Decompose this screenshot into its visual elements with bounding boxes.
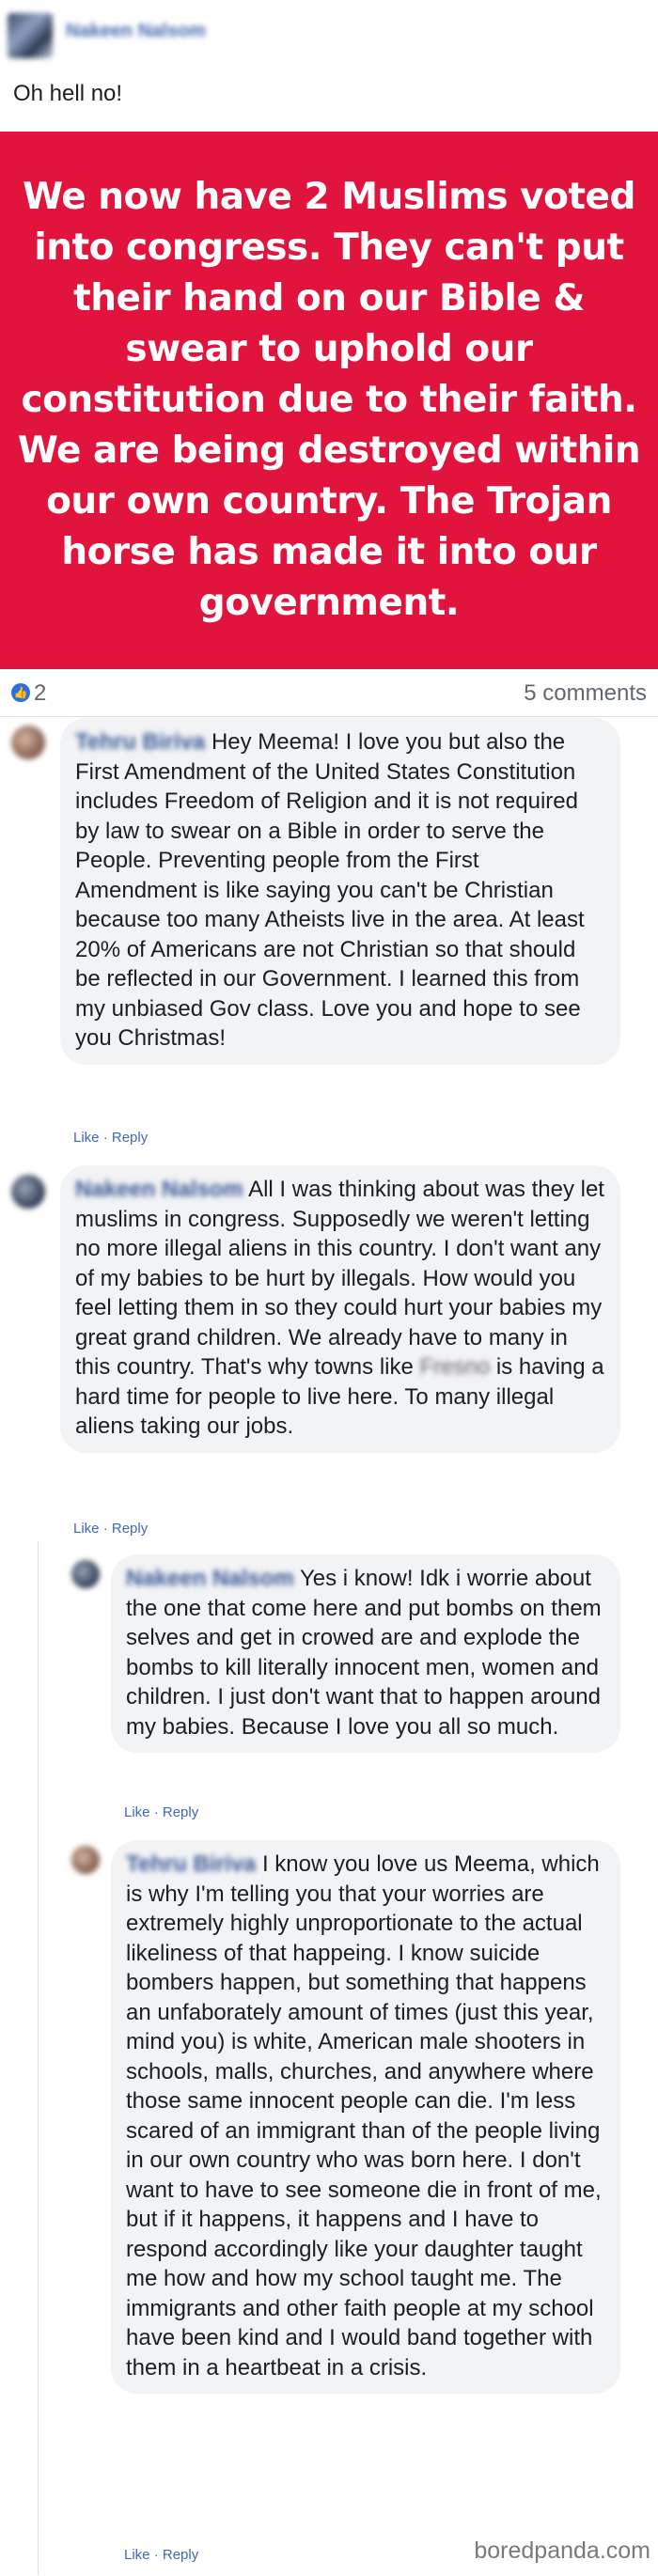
like-reaction-icon[interactable]: 👍 xyxy=(11,683,30,702)
like-count[interactable]: 2 xyxy=(34,680,46,707)
like-link[interactable]: Like xyxy=(124,1804,150,1820)
post-stats: 👍 2 5 comments xyxy=(0,675,658,717)
avatar[interactable] xyxy=(11,1175,45,1209)
reply-comment: Nakeen Nalsom Yes i know! Idk i worrie a… xyxy=(0,1554,658,1827)
reply-link[interactable]: Reply xyxy=(112,1130,148,1146)
avatar[interactable] xyxy=(11,726,45,759)
comment-author[interactable]: Tehru Biriva xyxy=(75,729,205,755)
post-image-banner[interactable]: We now have 2 Muslims voted into congres… xyxy=(0,132,658,669)
comment-text: I know you love us Meema, which is why I… xyxy=(126,1851,602,2381)
reply-link[interactable]: Reply xyxy=(112,1521,148,1537)
like-link[interactable]: Like xyxy=(73,1130,100,1146)
comment-author[interactable]: Nakeen Nalsom xyxy=(126,1566,294,1591)
comment-actions: Like · Reply xyxy=(124,2547,199,2563)
reply-link[interactable]: Reply xyxy=(163,2547,198,2563)
comment-bubble: Tehru Biriva Hey Meema! I love you but a… xyxy=(60,718,620,1065)
banner-text: We now have 2 Muslims voted into congres… xyxy=(17,176,641,624)
comment-author[interactable]: Tehru Biriva xyxy=(126,1851,256,1877)
reply-link[interactable]: Reply xyxy=(163,1804,198,1820)
avatar[interactable] xyxy=(8,13,53,58)
comment-text: Yes i know! Idk i worrie about the one t… xyxy=(126,1566,602,1740)
comment: Nakeen Nalsom All I was thinking about w… xyxy=(0,1165,658,1541)
comment-bubble: Tehru Biriva I know you love us Meema, w… xyxy=(111,1840,620,2394)
comment: Tehru Biriva Hey Meema! I love you but a… xyxy=(0,718,658,1160)
comment-bubble: Nakeen Nalsom All I was thinking about w… xyxy=(60,1165,620,1453)
post-text: Oh hell no! xyxy=(13,81,123,106)
redacted-town: Fresno xyxy=(419,1354,491,1380)
avatar[interactable] xyxy=(71,1846,100,1874)
comment-actions: Like · Reply xyxy=(124,1804,199,1820)
watermark: boredpanda.com xyxy=(474,2537,650,2564)
comment-author[interactable]: Nakeen Nalsom xyxy=(75,1177,243,1202)
avatar[interactable] xyxy=(71,1560,100,1588)
comment-actions: Like · Reply xyxy=(73,1130,149,1146)
comment-bubble: Nakeen Nalsom Yes i know! Idk i worrie a… xyxy=(111,1554,620,1753)
post-header: Nakeen Nalsom xyxy=(0,0,658,66)
comment-text: All I was thinking about was they let mu… xyxy=(75,1177,604,1380)
like-link[interactable]: Like xyxy=(124,2547,150,2563)
comment-actions: Like · Reply xyxy=(73,1521,149,1537)
comments-count[interactable]: 5 comments xyxy=(524,680,647,707)
reply-comment: Tehru Biriva I know you love us Meema, w… xyxy=(0,1840,658,2564)
like-link[interactable]: Like xyxy=(73,1521,100,1537)
comment-text: Hey Meema! I love you but also the First… xyxy=(75,729,585,1051)
poster-name[interactable]: Nakeen Nalsom xyxy=(66,21,206,42)
